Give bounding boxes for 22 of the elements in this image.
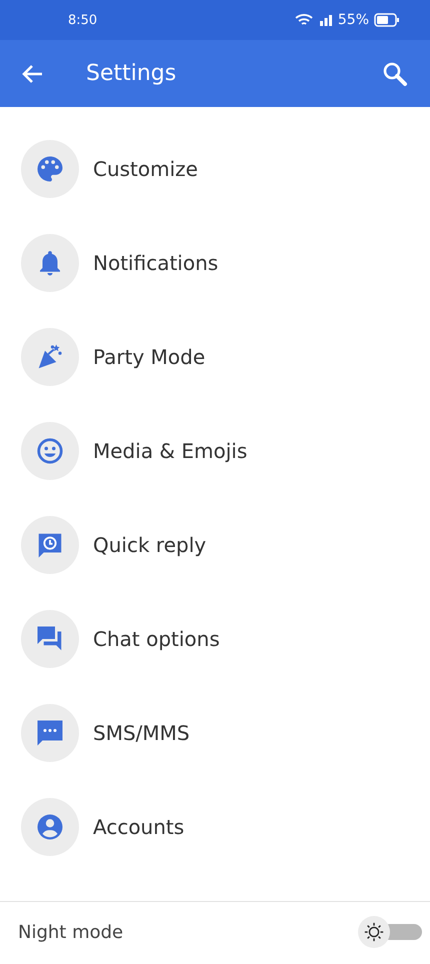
settings-item[interactable]: SMS/MMS — [0, 686, 430, 780]
account-icon — [35, 812, 65, 842]
wifi-icon — [294, 13, 314, 27]
signal-icon — [318, 14, 333, 26]
screen-title: Settings — [86, 61, 178, 86]
settings-item[interactable]: Notifications — [0, 216, 430, 310]
smiley-icon — [35, 436, 65, 466]
search-icon[interactable] — [382, 60, 408, 86]
settings-item[interactable]: Media & Emojis — [0, 404, 430, 498]
settings-item[interactable]: Accounts — [0, 780, 430, 874]
night-mode-switch[interactable] — [358, 916, 422, 948]
battery-icon — [374, 13, 400, 27]
settings-item[interactable]: Customize — [0, 122, 430, 216]
settings-item[interactable]: Party Mode — [0, 310, 430, 404]
status-time: 8:50 — [68, 12, 98, 28]
settings-item[interactable]: Quick reply — [0, 498, 430, 592]
message-icon — [35, 718, 65, 748]
battery-level: 55% — [338, 12, 369, 28]
night-mode-label: Night mode — [18, 922, 124, 942]
palette-icon — [35, 154, 65, 184]
settings-item[interactable]: Chat options — [0, 592, 430, 686]
sun-icon — [363, 921, 385, 943]
